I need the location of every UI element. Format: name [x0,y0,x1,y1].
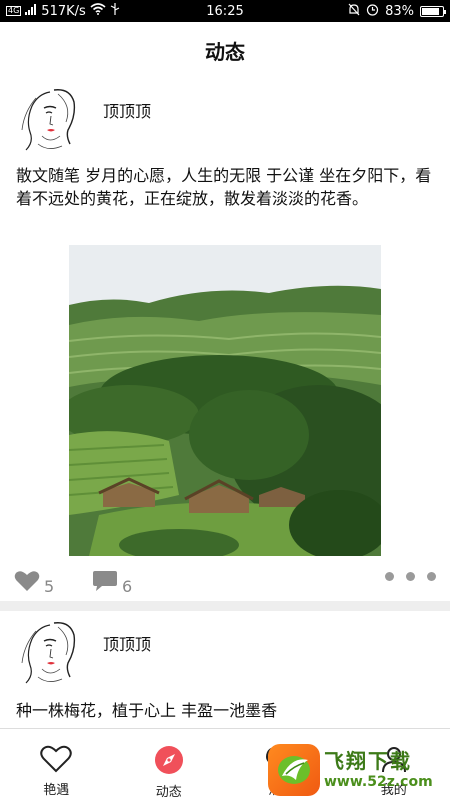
avatar[interactable] [16,619,78,689]
watermark-logo-icon [268,744,320,796]
avatar[interactable] [16,86,78,156]
comment-count: 6 [122,577,133,596]
more-dot-icon [427,572,436,581]
nav-item-dongtai[interactable]: 动态 [113,729,226,800]
post-username[interactable]: 顶顶顶 [103,98,151,122]
watermark-text: 飞翔下载 www.52z.com [324,749,433,791]
network-speed: 517K/s [41,3,86,19]
post-actions: 5 6 [0,568,450,600]
battery-level [422,7,439,15]
post-image[interactable] [69,245,381,556]
app-header: 动态 [0,22,450,78]
status-right: 83% [274,3,446,20]
post-text: 种一株梅花，植于心上 丰盈一池墨香 [16,701,278,720]
mute-icon [348,3,360,20]
more-dot-icon [406,572,415,581]
signal-icon [25,3,37,19]
divider [0,601,450,611]
watermark-site: www.52z.com [324,774,433,790]
clock: 16:25 [206,3,244,19]
download-site-watermark: 飞翔下载 www.52z.com [268,742,446,798]
wifi-icon [90,3,106,19]
heart-icon [14,570,40,596]
status-bar: 4G 517K/s 16:25 83% [0,0,450,22]
nav-label: 艳遇 [43,783,70,798]
nav-label: 动态 [155,785,182,800]
feed[interactable]: 顶顶顶 散文随笔 岁月的心愿，人生的无限 于公谨 坐在夕阳下，看着不远处的黄花，… [0,78,450,728]
like-button[interactable]: 5 [14,570,54,596]
battery-percent: 83% [385,3,414,19]
more-options-button[interactable] [385,572,436,581]
nav-item-yanyu[interactable]: 艳遇 [0,729,113,800]
alarm-icon [366,3,379,20]
post-username[interactable]: 顶顶顶 [103,631,151,655]
usb-icon [110,3,120,19]
post-card[interactable]: 顶顶顶 散文随笔 岁月的心愿，人生的无限 于公谨 坐在夕阳下，看着不远处的黄花，… [0,78,450,601]
post-text: 散文随笔 岁月的心愿，人生的无限 于公谨 坐在夕阳下，看着不远处的黄花，正在绽放… [16,166,432,208]
network-type-icon: 4G [6,6,22,16]
compass-icon [154,745,184,779]
post-card[interactable]: 顶顶顶 种一株梅花，植于心上 丰盈一池墨香 [0,611,450,728]
like-count: 5 [44,577,55,596]
page-title: 动态 [205,39,245,64]
comment-icon [92,570,118,596]
comment-button[interactable]: 6 [92,570,132,596]
heart-outline-icon [40,745,72,777]
battery-icon [420,5,446,17]
watermark-brand: 飞翔下载 [324,749,412,773]
status-left: 4G 517K/s [6,3,176,19]
more-dot-icon [385,572,394,581]
